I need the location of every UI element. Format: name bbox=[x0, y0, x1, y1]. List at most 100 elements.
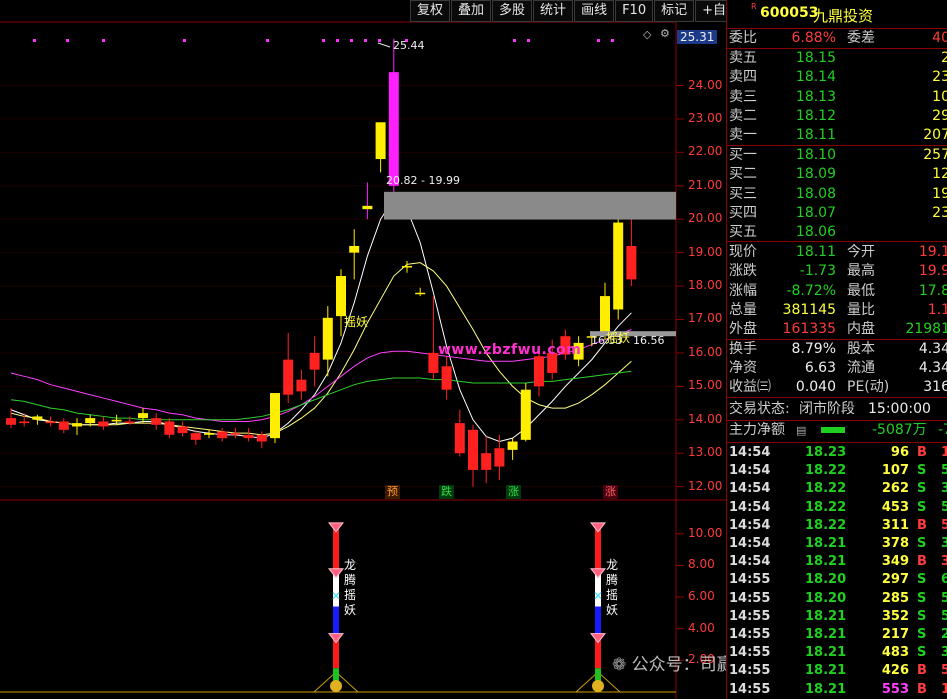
toolbar-button-4[interactable]: 画线 bbox=[574, 0, 615, 22]
tick-row: 14:54 18.22 311 B 5 bbox=[727, 516, 947, 535]
stat-row: 外盘 161335 内盘 21981 bbox=[727, 320, 947, 339]
stock-name[interactable]: 九鼎投资 bbox=[813, 5, 873, 26]
fund-value: 8.79% bbox=[791, 341, 836, 357]
toolbar-button-2[interactable]: 多股 bbox=[492, 0, 533, 22]
stock-header: R 600053 九鼎投资 bbox=[727, 0, 947, 28]
stat-value-2: 21981 bbox=[905, 321, 947, 338]
box-zone-label: 20.82 - 19.99 bbox=[386, 174, 460, 187]
stat-value: 161335 bbox=[782, 321, 836, 338]
divider bbox=[727, 241, 947, 242]
candle-body bbox=[534, 356, 544, 387]
sells-row[interactable]: 卖四 18.14 23 bbox=[727, 68, 947, 87]
candle-body bbox=[164, 421, 175, 435]
toolbar-button-5[interactable]: F10 bbox=[615, 0, 654, 22]
stat-label: 现价 bbox=[729, 244, 757, 260]
fund-label: 净资 bbox=[729, 360, 757, 376]
price-axis-top-badge: 25.31 bbox=[677, 30, 718, 44]
candle-body bbox=[494, 448, 505, 467]
candle-body bbox=[375, 122, 386, 160]
tick-volume: 352 bbox=[881, 608, 909, 624]
candle-body bbox=[58, 421, 69, 430]
stat-value-2: 19.1 bbox=[918, 244, 947, 260]
tick-price: 18.22 bbox=[805, 517, 847, 533]
sells-row[interactable]: 卖一 18.11 207 bbox=[727, 126, 947, 145]
tick-volume: 453 bbox=[881, 499, 909, 515]
buys-row[interactable]: 买三 18.08 19 bbox=[727, 185, 947, 204]
tick-time: 14:55 bbox=[729, 627, 771, 642]
tick-price: 18.21 bbox=[805, 536, 847, 551]
tick-side: S bbox=[917, 536, 927, 551]
sells-price: 18.15 bbox=[795, 50, 836, 66]
candle-body bbox=[270, 393, 280, 439]
candle bbox=[481, 436, 492, 484]
candle bbox=[151, 413, 162, 430]
price-tick-label: 13.00 bbox=[688, 445, 723, 460]
signal-dot bbox=[350, 39, 353, 42]
tick-extra: 6 bbox=[941, 572, 947, 588]
toolbar-button-3[interactable]: 统计 bbox=[533, 0, 574, 22]
coin-marker bbox=[592, 680, 604, 692]
signal-tag-die: 跌 bbox=[439, 485, 454, 499]
buys-row[interactable]: 买四 18.07 23 bbox=[727, 204, 947, 223]
signal-dot bbox=[322, 39, 325, 42]
sells-row[interactable]: 卖二 18.12 29 bbox=[727, 107, 947, 126]
sells-volume: 2 bbox=[941, 50, 947, 66]
tick-row: 14:54 18.23 96 B 1 bbox=[727, 443, 947, 462]
candle-body bbox=[243, 434, 254, 439]
layout-toggle-icon[interactable]: ◇ bbox=[643, 28, 651, 41]
signal-tag-zhang: 涨 bbox=[506, 485, 521, 499]
fund-label: 收益㈢ bbox=[729, 379, 771, 395]
stock-app: ✕✕ 复权叠加多股统计画线F10标记+自选返回 ◇ ⚙ 24.0023.0022… bbox=[0, 0, 947, 699]
candle bbox=[296, 369, 307, 400]
candle bbox=[72, 418, 82, 435]
candle-body bbox=[428, 352, 439, 373]
stat-label-2: 最低 bbox=[847, 282, 875, 299]
candle-body bbox=[415, 292, 426, 295]
signal-dot bbox=[66, 39, 69, 42]
tick-price: 18.21 bbox=[805, 681, 847, 697]
price-tick-label: 15.00 bbox=[688, 378, 723, 393]
candle-body bbox=[283, 359, 294, 395]
candle-body bbox=[349, 245, 360, 253]
tick-price: 18.21 bbox=[805, 608, 847, 624]
buys-row[interactable]: 买五 18.06 bbox=[727, 223, 947, 242]
stat-label-2: 最高 bbox=[847, 263, 875, 280]
fund-value-2: 316 bbox=[923, 379, 947, 395]
tick-time: 14:54 bbox=[729, 517, 771, 533]
tick-side: B bbox=[917, 517, 927, 533]
flow-toggle-icon[interactable]: ▤ bbox=[796, 421, 806, 440]
tick-price: 18.21 bbox=[805, 645, 847, 661]
toolbar-button-1[interactable]: 叠加 bbox=[451, 0, 492, 22]
sells-row[interactable]: 卖三 18.13 10 bbox=[727, 88, 947, 107]
candle-body bbox=[336, 276, 346, 317]
tick-side: S bbox=[917, 463, 927, 479]
buys-row[interactable]: 买二 18.09 12 bbox=[727, 165, 947, 184]
tick-volume: 107 bbox=[881, 463, 909, 479]
candle bbox=[243, 428, 254, 442]
tick-volume: 262 bbox=[881, 481, 909, 497]
tick-volume: 96 bbox=[890, 445, 909, 460]
signal-dot bbox=[513, 39, 516, 42]
toolbar-button-0[interactable]: 复权 bbox=[410, 0, 451, 22]
tick-side: S bbox=[917, 627, 927, 642]
wei-cha-label: 委差 bbox=[847, 30, 875, 46]
tick-time: 14:54 bbox=[729, 481, 771, 497]
sells-price: 18.13 bbox=[795, 88, 836, 105]
fund-value: 6.63 bbox=[804, 360, 836, 376]
candle bbox=[415, 287, 426, 297]
diamond-marker bbox=[589, 633, 607, 644]
candle bbox=[454, 409, 465, 457]
candle-body bbox=[190, 433, 201, 440]
candle bbox=[375, 122, 386, 173]
candle bbox=[138, 408, 148, 424]
price-tick-label: 23.00 bbox=[688, 110, 723, 125]
buys-row[interactable]: 买一 18.10 257 bbox=[727, 146, 947, 165]
signal-dot bbox=[378, 39, 381, 42]
candle-body bbox=[256, 434, 267, 442]
sells-row[interactable]: 卖五 18.15 2 bbox=[727, 49, 947, 68]
toolbar-button-6[interactable]: 标记 bbox=[654, 0, 695, 22]
candle bbox=[613, 219, 624, 320]
tick-time: 14:54 bbox=[729, 499, 771, 515]
candle-body bbox=[204, 433, 214, 435]
settings-icon[interactable]: ⚙ bbox=[660, 27, 670, 40]
